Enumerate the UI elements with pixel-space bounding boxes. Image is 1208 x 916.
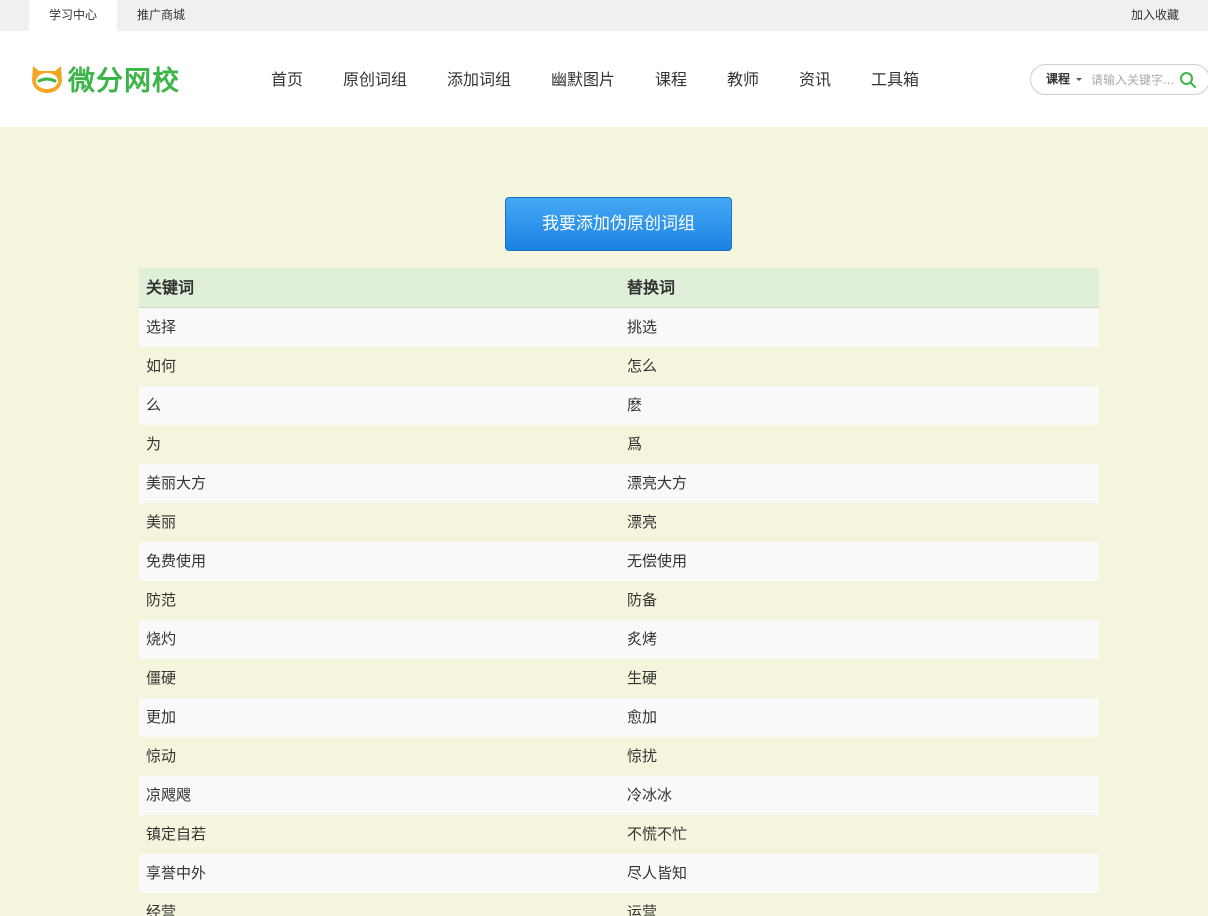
header-replacement: 替换词 <box>627 278 676 297</box>
keyword-cell: 么 <box>146 396 162 414</box>
search-category-select[interactable]: 课程 <box>1046 65 1070 94</box>
replacement-cell: 惊扰 <box>627 747 658 765</box>
table-row: 为爲 <box>139 425 1099 464</box>
keyword-cell: 为 <box>146 435 162 453</box>
keyword-cell: 选择 <box>146 318 177 336</box>
replacement-cell: 生硬 <box>627 669 658 687</box>
keyword-cell: 如何 <box>146 357 177 375</box>
keyword-cell: 僵硬 <box>146 669 177 687</box>
replacement-cell: 爲 <box>627 435 643 453</box>
replacement-cell: 愈加 <box>627 708 658 726</box>
search-icon[interactable] <box>1179 71 1197 89</box>
add-phrase-button[interactable]: 我要添加伪原创词组 <box>505 197 732 251</box>
table-row: 选择 挑选 <box>139 308 1099 347</box>
keyword-cell: 惊动 <box>146 747 177 765</box>
replacement-cell: 麽 <box>627 396 643 414</box>
top-bar: 学习中心 推广商城 加入收藏 <box>0 0 1208 31</box>
table-row: 如何 怎么 <box>139 347 1099 386</box>
cat-logo-icon <box>32 66 62 93</box>
keyword-cell: 防范 <box>146 591 177 609</box>
nav-add-phrases[interactable]: 添加词组 <box>447 31 511 127</box>
nav-teachers[interactable]: 教师 <box>727 31 759 127</box>
keyword-cell: 镇定自若 <box>146 825 207 843</box>
replacement-cell: 挑选 <box>627 318 658 336</box>
replacement-cell: 怎么 <box>627 357 658 375</box>
replacement-cell: 炙烤 <box>627 630 658 648</box>
nav-home[interactable]: 首页 <box>271 31 303 127</box>
table-header: 关键词 替换词 <box>139 268 1099 308</box>
site-header: 微分网校 首页 原创词组 添加词组 幽默图片 课程 教师 资讯 工具箱 课程 <box>0 31 1208 127</box>
nav-news[interactable]: 资讯 <box>799 31 831 127</box>
table-row: 么麽 <box>139 386 1099 425</box>
table-row: 防范 防备 <box>139 581 1099 620</box>
table-body: 选择 挑选 如何 怎么 么麽 为爲 美丽大方 漂亮大方 美丽 漂亮 免费使用 无偿使用 防… <box>139 308 1099 916</box>
table-row: 烧灼 炙烤 <box>139 620 1099 659</box>
replacement-cell: 无偿使用 <box>627 552 688 570</box>
site-logo[interactable]: 微分网校 <box>29 59 180 97</box>
keyword-cell: 经营 <box>146 903 177 916</box>
table-row: 僵硬 生硬 <box>139 659 1099 698</box>
table-row: 美丽 漂亮 <box>139 503 1099 542</box>
replacement-cell: 漂亮大方 <box>627 474 688 492</box>
table-row: 免费使用 无偿使用 <box>139 542 1099 581</box>
table-row: 享誉中外 尽人皆知 <box>139 854 1099 893</box>
keyword-cell: 免费使用 <box>146 552 207 570</box>
keyword-cell: 烧灼 <box>146 630 177 648</box>
search-input[interactable] <box>1091 70 1179 89</box>
keyword-cell: 美丽大方 <box>146 474 207 492</box>
phrase-table: 关键词 替换词 选择 挑选 如何 怎么 么麽 为爲 美丽大方 漂亮大方 美丽 漂亮 免费… <box>139 268 1099 916</box>
replacement-cell: 防备 <box>627 591 658 609</box>
replacement-cell: 尽人皆知 <box>627 864 688 882</box>
table-row: 惊动 惊扰 <box>139 737 1099 776</box>
add-favorite-link[interactable]: 加入收藏 <box>1131 0 1179 31</box>
table-row: 凉飕飕 冷冰冰 <box>139 776 1099 815</box>
replacement-cell: 漂亮 <box>627 513 658 531</box>
table-row: 镇定自若 不慌不忙 <box>139 815 1099 854</box>
table-row: 经营 运营 <box>139 893 1099 916</box>
keyword-cell: 凉飕飕 <box>146 786 192 804</box>
keyword-cell: 美丽 <box>146 513 177 531</box>
logo-text: 微分网校 <box>68 65 180 97</box>
table-row: 美丽大方 漂亮大方 <box>139 464 1099 503</box>
replacement-cell: 运营 <box>627 903 658 916</box>
keyword-cell: 享誉中外 <box>146 864 207 882</box>
tab-learning-center[interactable]: 学习中心 <box>29 0 117 31</box>
nav-toolbox[interactable]: 工具箱 <box>871 31 919 127</box>
replacement-cell: 不慌不忙 <box>627 825 688 843</box>
keyword-cell: 更加 <box>146 708 177 726</box>
main-content: 我要添加伪原创词组 关键词 替换词 选择 挑选 如何 怎么 么麽 为爲 美丽大方 漂亮… <box>0 127 1208 916</box>
search-box: 课程 <box>1030 64 1208 95</box>
header-keyword: 关键词 <box>146 278 195 297</box>
table-row: 更加 愈加 <box>139 698 1099 737</box>
replacement-cell: 冷冰冰 <box>627 786 673 804</box>
caret-down-icon[interactable] <box>1076 78 1082 81</box>
nav-courses[interactable]: 课程 <box>655 31 687 127</box>
nav-original-phrases[interactable]: 原创词组 <box>343 31 407 127</box>
nav-humor-pictures[interactable]: 幽默图片 <box>551 31 615 127</box>
tab-promotion-mall[interactable]: 推广商城 <box>117 0 205 31</box>
